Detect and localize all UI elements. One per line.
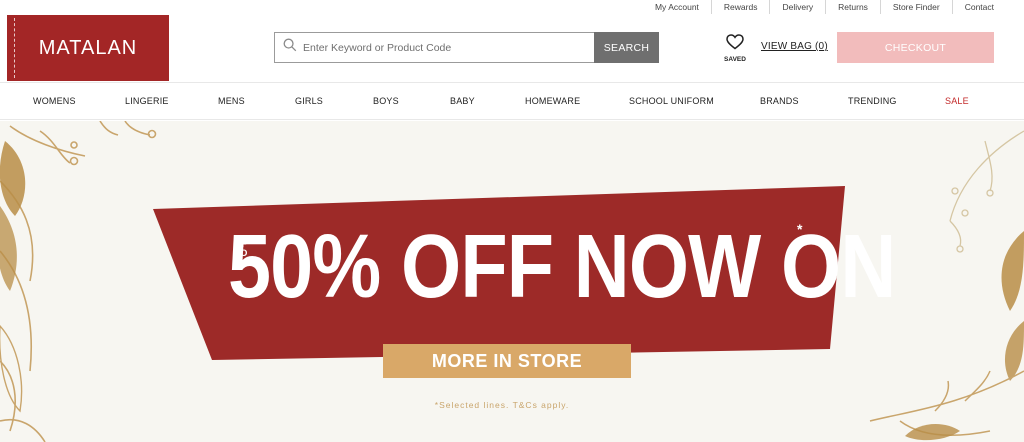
sale-hero-banner[interactable]: UP TO 50% OFF NOW ON * MORE IN STORE *Se… — [0, 121, 1024, 442]
delivery-link[interactable]: Delivery — [769, 0, 825, 14]
nav-item-girls[interactable]: GIRLS — [295, 96, 323, 106]
saved-button[interactable]: SAVED — [722, 34, 748, 63]
terms-text: *Selected lines. T&Cs apply. — [434, 400, 570, 410]
nav-item-womens[interactable]: WOMENS — [33, 96, 76, 106]
view-bag-link[interactable]: VIEW BAG (0) — [761, 41, 828, 52]
saved-label: SAVED — [724, 56, 746, 63]
my-account-link[interactable]: My Account — [643, 0, 711, 14]
contact-link[interactable]: Contact — [951, 0, 1006, 14]
headline-asterisk: * — [797, 221, 803, 237]
search-input[interactable] — [303, 41, 594, 54]
nav-item-school-uniform[interactable]: SCHOOL UNIFORM — [629, 96, 714, 106]
nav-item-trending[interactable]: TRENDING — [848, 96, 897, 106]
nav-item-homeware[interactable]: HOMEWARE — [525, 96, 580, 106]
nav-item-lingerie[interactable]: LINGERIE — [125, 96, 169, 106]
main-navigation: WOMENS LINGERIE MENS GIRLS BOYS BABY HOM… — [0, 82, 1024, 120]
checkout-button[interactable]: CHECKOUT — [837, 32, 994, 63]
banner-text-layer: UP TO 50% OFF NOW ON * MORE IN STORE *Se… — [0, 121, 1024, 442]
nav-item-mens[interactable]: MENS — [218, 96, 245, 106]
returns-link[interactable]: Returns — [825, 0, 880, 14]
logo-text: MATALAN — [38, 37, 138, 59]
matalan-logo[interactable]: MATALAN — [7, 15, 169, 81]
search-field[interactable] — [274, 32, 594, 63]
more-in-store-button[interactable]: MORE IN STORE — [383, 344, 631, 378]
nav-item-baby[interactable]: BABY — [450, 96, 475, 106]
sale-headline: 50% OFF NOW ON — [228, 217, 896, 317]
store-finder-link[interactable]: Store Finder — [879, 0, 952, 14]
search-button[interactable]: SEARCH — [594, 32, 659, 63]
rewards-link[interactable]: Rewards — [710, 0, 770, 14]
utility-links: My Account Rewards Delivery Returns Stor… — [643, 0, 1006, 14]
heart-icon — [726, 34, 744, 54]
nav-item-sale[interactable]: SALE — [945, 96, 969, 106]
nav-item-boys[interactable]: BOYS — [373, 96, 399, 106]
search-icon — [283, 38, 297, 57]
nav-item-brands[interactable]: BRANDS — [760, 96, 799, 106]
search-bar: SEARCH — [274, 32, 659, 63]
